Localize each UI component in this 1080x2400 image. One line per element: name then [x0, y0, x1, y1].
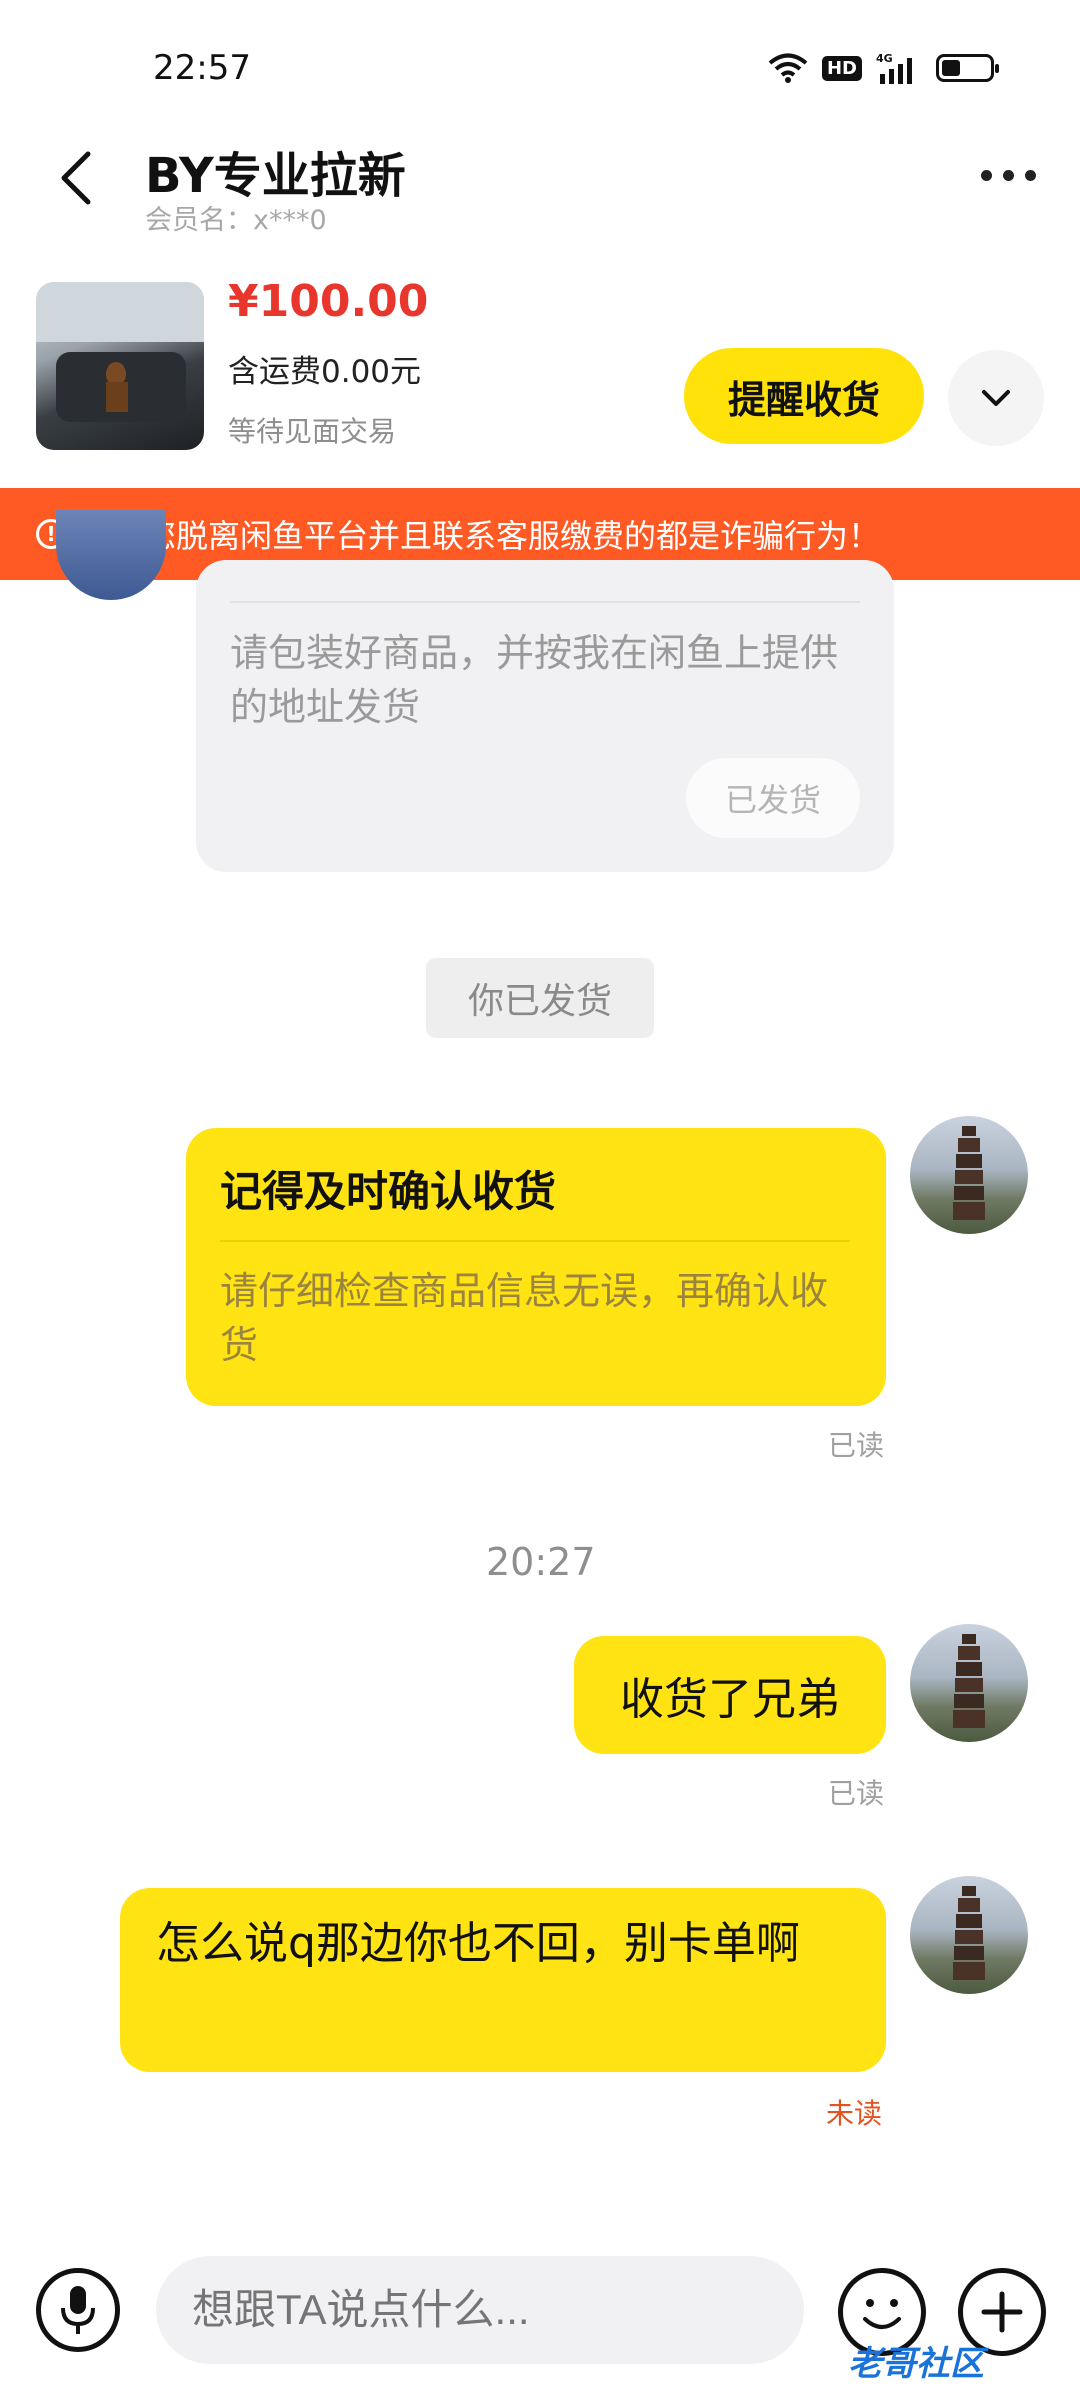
member-name: 会员名：x***0 — [145, 205, 327, 236]
seller-avatar[interactable] — [56, 510, 166, 600]
confirm-card-title: 记得及时确认收货 — [220, 1167, 557, 1216]
expand-button[interactable] — [948, 350, 1044, 446]
svg-text:4G: 4G — [876, 52, 893, 65]
unread-status: 未读 — [826, 2097, 883, 2130]
warning-text: 引导您脱离闲鱼平台并且联系客服缴费的都是诈骗行为！ — [80, 517, 881, 555]
watermark: 老哥社区 — [848, 2344, 984, 2384]
product-price: ¥100.00 — [228, 276, 429, 327]
pagoda-image — [953, 1886, 985, 1980]
chat-title: BY专业拉新 — [145, 148, 406, 204]
pagoda-image — [953, 1634, 985, 1728]
back-arrow-icon[interactable] — [48, 148, 108, 208]
read-status: 已读 — [828, 1429, 885, 1462]
more-options-icon[interactable] — [981, 170, 1036, 181]
read-status: 已读 — [828, 1777, 885, 1810]
ship-request-text: 请包装好商品，并按我在闲鱼上提供的地址发货 — [230, 631, 839, 729]
message-bubble[interactable]: 收货了兄弟 — [574, 1636, 886, 1754]
chevron-down-icon — [982, 390, 1010, 406]
product-image[interactable] — [36, 282, 204, 450]
my-avatar[interactable] — [910, 1116, 1028, 1234]
signal-icon: 4G — [876, 52, 912, 84]
trade-status: 等待见面交易 — [228, 415, 397, 448]
status-icons: HD 4G — [768, 52, 999, 84]
battery-icon — [936, 54, 999, 82]
hd-icon: HD — [821, 55, 862, 81]
card-divider — [230, 601, 860, 603]
microphone-icon — [61, 2286, 95, 2334]
message-bubble[interactable]: 怎么说q那边你也不回，别卡单啊 — [120, 1888, 886, 2072]
pagoda-image — [953, 1126, 985, 1220]
my-avatar[interactable] — [910, 1624, 1028, 1742]
confirm-card-body: 请仔细检查商品信息无误，再确认收货 — [220, 1269, 829, 1367]
voice-button[interactable] — [36, 2268, 120, 2352]
message-timestamp: 20:27 — [486, 1540, 596, 1584]
card-divider — [220, 1240, 850, 1242]
remind-receipt-button[interactable]: 提醒收货 — [684, 348, 924, 444]
status-time: 22:57 — [153, 48, 251, 88]
system-notice: 你已发货 — [426, 958, 654, 1038]
my-avatar[interactable] — [910, 1876, 1028, 1994]
wifi-icon — [768, 53, 808, 83]
message-input[interactable] — [156, 2256, 804, 2364]
shipping-fee: 含运费0.00元 — [228, 354, 422, 390]
plus-icon — [981, 2291, 1023, 2333]
shipped-button[interactable]: 已发货 — [686, 758, 860, 838]
